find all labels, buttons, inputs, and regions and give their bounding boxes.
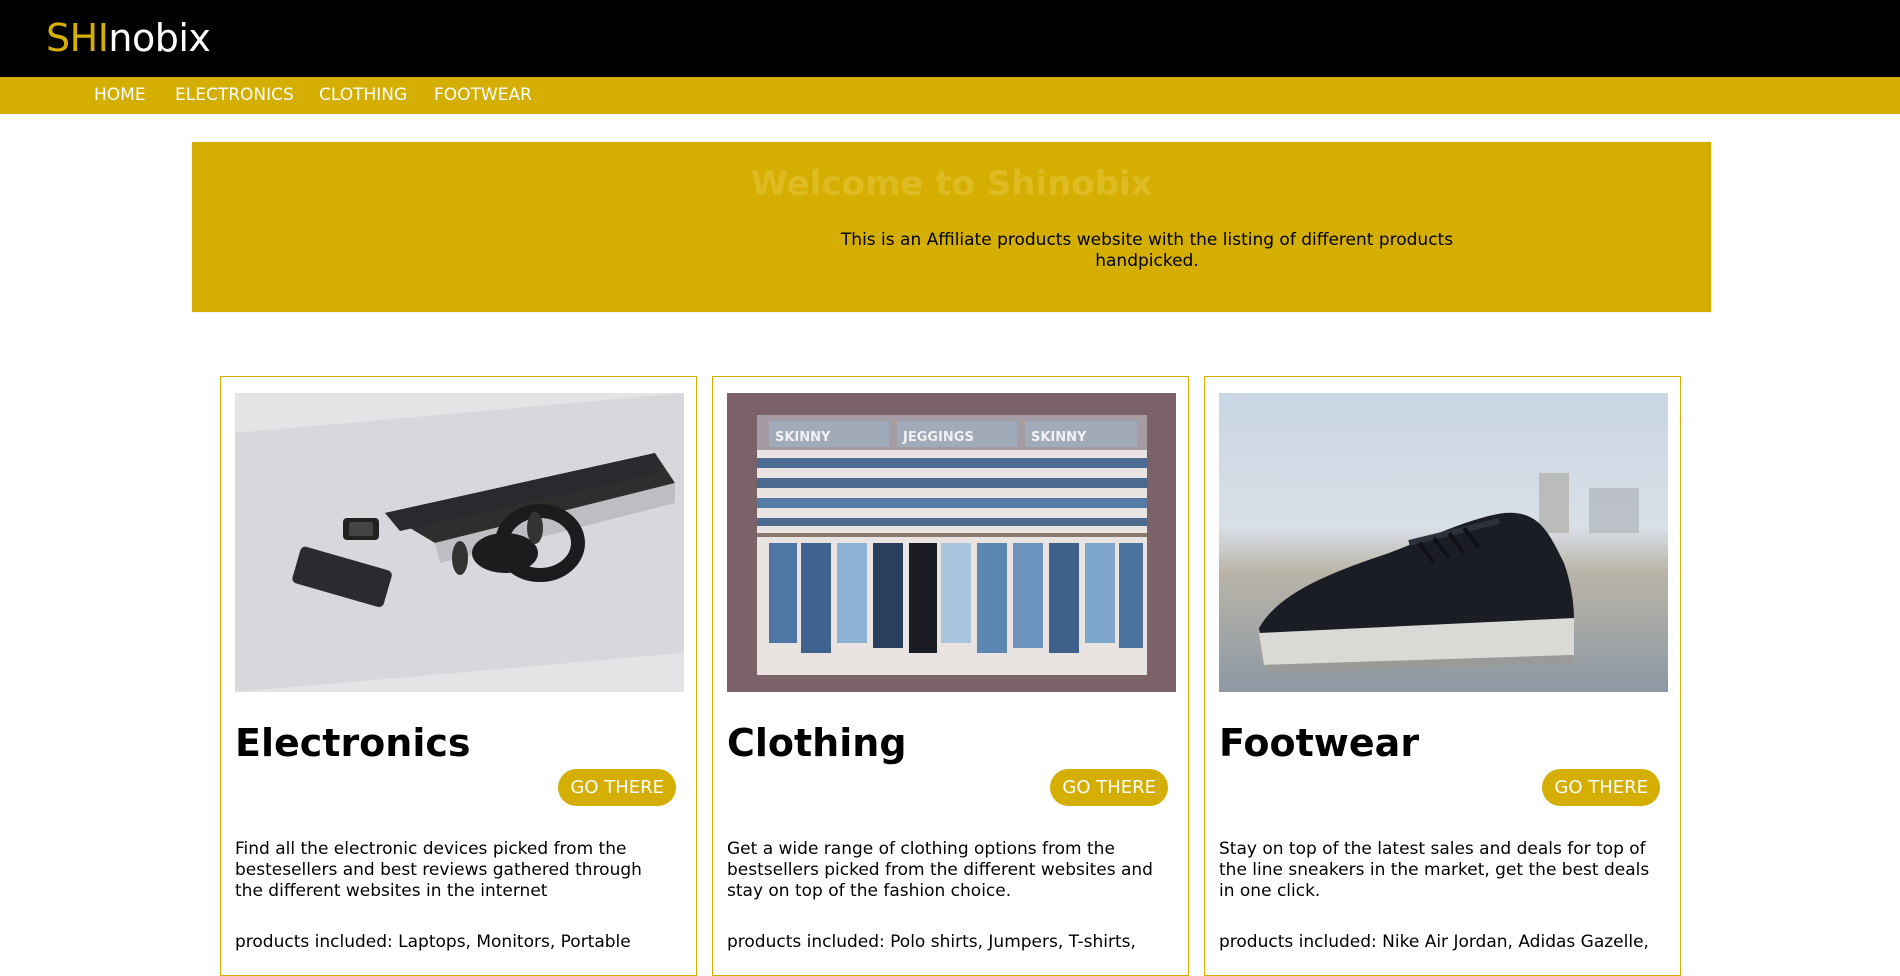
welcome-banner: Welcome to Shinobix This is an Affiliate… — [192, 142, 1711, 312]
shelf-sign-2: JEGGINGS — [902, 430, 974, 445]
shelf-sign-1: SKINNY — [775, 430, 831, 445]
category-card-footwear: Footwear GO THERE Stay on top of the lat… — [1204, 376, 1681, 976]
go-there-button[interactable]: GO THERE — [1542, 769, 1660, 806]
clothing-image: SKINNY JEGGINGS SKINNY — [727, 393, 1176, 692]
logo-highlight: SHI — [46, 16, 109, 60]
card-products-included: products included: Laptops, Monitors, Po… — [235, 932, 631, 952]
top-header: SHInobix — [0, 0, 1900, 77]
go-there-button[interactable]: GO THERE — [1050, 769, 1168, 806]
card-products-included: products included: Nike Air Jordan, Adid… — [1219, 932, 1649, 952]
card-description: Find all the electronic devices picked f… — [235, 839, 642, 901]
footwear-image — [1219, 393, 1668, 692]
card-title: Clothing — [727, 721, 907, 765]
card-products-included: products included: Polo shirts, Jumpers,… — [727, 932, 1136, 952]
nav-electronics[interactable]: ELECTRONICS — [175, 77, 294, 114]
nav-footwear[interactable]: FOOTWEAR — [434, 77, 532, 114]
category-card-clothing: SKINNY JEGGINGS SKINNY Clothing GO THERE… — [712, 376, 1189, 976]
card-title: Electronics — [235, 721, 471, 765]
nav-clothing[interactable]: CLOTHING — [319, 77, 407, 114]
card-description: Stay on top of the latest sales and deal… — [1219, 839, 1650, 901]
site-logo[interactable]: SHInobix — [46, 14, 211, 62]
card-description: Get a wide range of clothing options fro… — [727, 839, 1153, 901]
main-nav: HOME ELECTRONICS CLOTHING FOOTWEAR — [0, 77, 1900, 114]
category-card-electronics: Electronics GO THERE Find all the electr… — [220, 376, 697, 976]
welcome-title: Welcome to Shinobix — [750, 164, 1153, 204]
logo-text: nobix — [108, 16, 211, 60]
welcome-text: This is an Affiliate products website wi… — [840, 230, 1454, 271]
nav-home[interactable]: HOME — [94, 77, 146, 114]
shelf-sign-3: SKINNY — [1031, 430, 1087, 445]
electronics-image — [235, 393, 684, 692]
go-there-button[interactable]: GO THERE — [558, 769, 676, 806]
card-title: Footwear — [1219, 721, 1420, 765]
